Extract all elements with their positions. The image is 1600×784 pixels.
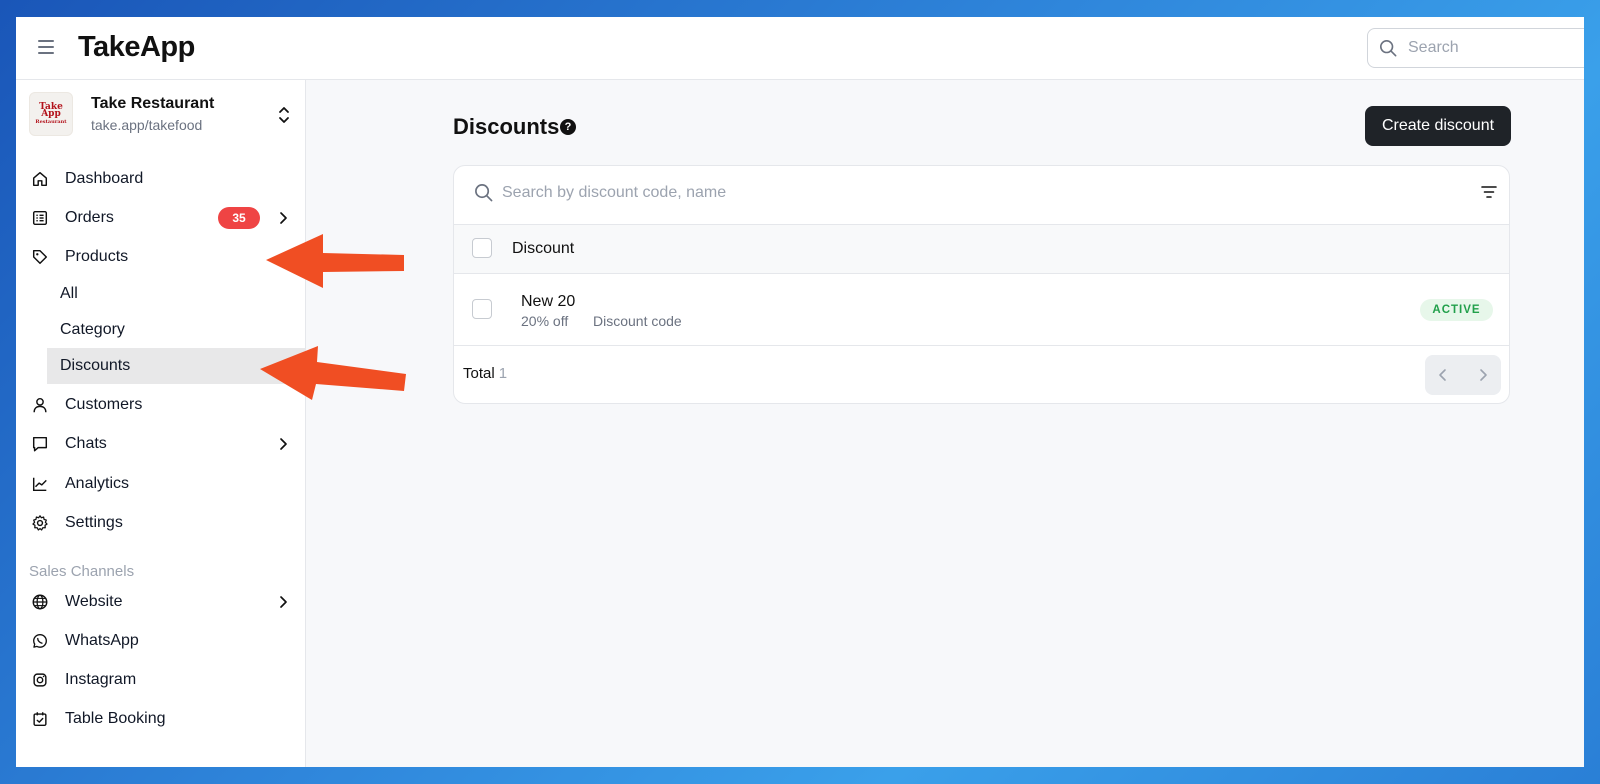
sidebar-item-website[interactable]: Website xyxy=(28,585,294,619)
chevron-right-icon xyxy=(280,596,287,608)
create-discount-button[interactable]: Create discount xyxy=(1365,106,1511,146)
total-count: Total 1 xyxy=(463,365,508,382)
sidebar-subitem-category[interactable]: Category xyxy=(47,312,305,348)
chevron-up-down-icon xyxy=(279,107,289,123)
sales-channels-heading: Sales Channels xyxy=(29,563,135,580)
status-badge: ACTIVE xyxy=(1420,299,1493,321)
sidebar-item-dashboard[interactable]: Dashboard xyxy=(28,162,294,196)
row-checkbox[interactable] xyxy=(472,299,492,319)
user-icon xyxy=(33,397,47,413)
sidebar-item-whatsapp[interactable]: WhatsApp xyxy=(28,624,294,658)
discount-search-input[interactable] xyxy=(500,183,1204,203)
orders-list-icon xyxy=(32,210,48,226)
home-icon xyxy=(32,171,48,187)
sidebar-item-settings[interactable]: Settings xyxy=(28,506,294,540)
sidebar-subitem-discounts[interactable]: Discounts xyxy=(47,348,305,384)
page-title: Discounts xyxy=(453,114,560,139)
sidebar-item-orders[interactable]: Orders 35 xyxy=(28,201,294,235)
hamburger-icon[interactable] xyxy=(38,40,54,54)
discounts-table-card: Discount New 20 20% off Discount code AC… xyxy=(453,165,1510,404)
sidebar-item-analytics[interactable]: Analytics xyxy=(28,467,294,501)
sidebar: Take App Restaurant Take Restaurant take… xyxy=(16,80,306,767)
sidebar-item-products[interactable]: Products xyxy=(28,240,294,274)
pagination xyxy=(1425,355,1501,395)
instagram-icon xyxy=(33,673,47,687)
sidebar-item-customers[interactable]: Customers xyxy=(28,388,294,422)
chart-line-icon xyxy=(32,477,47,492)
discount-search-bar xyxy=(454,166,1509,225)
app-logo[interactable]: TakeApp xyxy=(78,31,195,64)
chevron-right-icon[interactable] xyxy=(1475,367,1491,383)
chevron-right-icon xyxy=(280,438,287,450)
chevron-right-icon xyxy=(280,212,287,224)
store-switcher[interactable]: Take App Restaurant Take Restaurant take… xyxy=(29,92,294,138)
global-search[interactable] xyxy=(1367,28,1584,68)
store-name: Take Restaurant xyxy=(91,95,215,112)
search-icon xyxy=(1379,39,1397,57)
column-header-discount: Discount xyxy=(512,240,575,257)
globe-icon xyxy=(32,594,48,610)
sidebar-item-chats[interactable]: Chats xyxy=(28,427,294,461)
top-bar: TakeApp xyxy=(16,17,1584,80)
discount-type: Discount code xyxy=(593,313,682,329)
sidebar-subitem-all[interactable]: All xyxy=(47,276,305,312)
sidebar-item-table-booking[interactable]: Table Booking xyxy=(28,702,294,736)
gear-icon xyxy=(32,515,48,531)
help-icon[interactable]: ? xyxy=(560,119,576,135)
orders-count-badge: 35 xyxy=(218,207,260,229)
global-search-input[interactable] xyxy=(1406,38,1560,58)
discount-value: 20% off xyxy=(521,313,569,329)
store-url: take.app/takefood xyxy=(91,117,203,133)
search-icon xyxy=(475,184,493,202)
app-window: TakeApp Take App Restaurant Take Restaur… xyxy=(16,17,1584,767)
store-logo: Take App Restaurant xyxy=(29,92,73,136)
chevron-left-icon[interactable] xyxy=(1435,367,1451,383)
whatsapp-icon xyxy=(33,634,47,648)
discount-name: New 20 xyxy=(521,293,576,310)
calendar-check-icon xyxy=(33,712,47,727)
tag-icon xyxy=(32,249,48,265)
chat-bubble-icon xyxy=(32,436,48,452)
sidebar-item-instagram[interactable]: Instagram xyxy=(28,663,294,697)
select-all-checkbox[interactable] xyxy=(472,238,492,258)
filter-icon[interactable] xyxy=(1481,184,1497,200)
table-row[interactable]: New 20 20% off Discount code ACTIVE xyxy=(454,274,1509,346)
table-header: Discount xyxy=(454,225,1509,274)
